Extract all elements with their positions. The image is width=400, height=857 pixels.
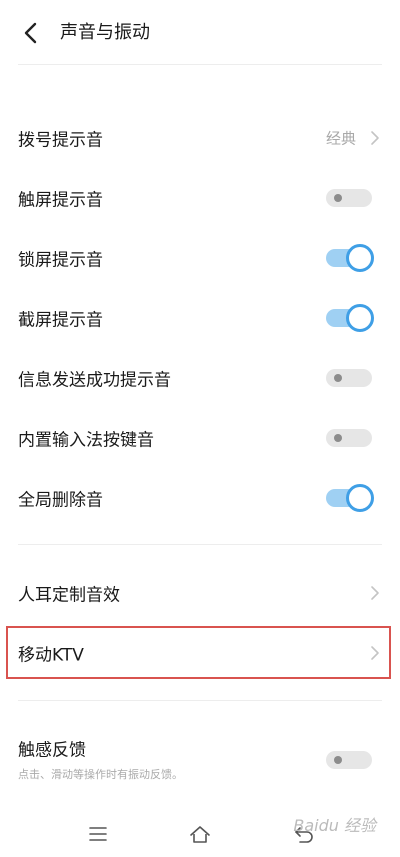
setting-row-haptic-feedback: 触感反馈 点击、滑动等操作时有振动反馈。 xyxy=(0,722,400,786)
setting-row-keyboard-tone: 内置输入法按键音 xyxy=(0,408,400,468)
haptic-feedback-toggle[interactable] xyxy=(326,749,372,771)
toggle-track xyxy=(326,429,372,447)
divider xyxy=(18,544,382,545)
watermark: Baidu 经验 xyxy=(293,816,376,835)
toggle-track xyxy=(326,369,372,387)
setting-row-screenshot-tone: 截屏提示音 xyxy=(0,288,400,348)
setting-label: 信息发送成功提示音 xyxy=(18,370,171,391)
setting-description: 点击、滑动等操作时有振动反馈。 xyxy=(18,768,183,781)
setting-row-dial-tone[interactable]: 拨号提示音 经典 xyxy=(0,108,400,168)
setting-label: 全局删除音 xyxy=(18,490,103,511)
back-arrow-icon[interactable] xyxy=(18,18,44,48)
setting-row-custom-sound-effect[interactable]: 人耳定制音效 xyxy=(0,563,400,623)
keyboard-tone-toggle[interactable] xyxy=(326,427,372,449)
chevron-right-icon xyxy=(371,131,379,145)
top-bar: 声音与振动 xyxy=(0,0,400,64)
toggle-knob xyxy=(346,244,374,272)
setting-row-message-sent-tone: 信息发送成功提示音 xyxy=(0,348,400,408)
toggle-knob xyxy=(334,194,342,202)
touch-tone-toggle[interactable] xyxy=(326,187,372,209)
divider xyxy=(18,700,382,701)
setting-label: 截屏提示音 xyxy=(18,310,103,331)
toggle-track xyxy=(326,751,372,769)
setting-label: 触感反馈 xyxy=(18,740,86,761)
delete-tone-toggle[interactable] xyxy=(326,484,374,512)
home-icon[interactable] xyxy=(188,822,212,846)
toggle-knob xyxy=(346,304,374,332)
setting-row-touch-tone: 触屏提示音 xyxy=(0,168,400,228)
setting-row-lock-tone: 锁屏提示音 xyxy=(0,228,400,288)
menu-icon[interactable] xyxy=(86,822,110,846)
setting-label: 锁屏提示音 xyxy=(18,250,103,271)
setting-value: 经典 xyxy=(325,129,356,148)
page-title: 声音与振动 xyxy=(60,22,150,43)
screenshot-tone-toggle[interactable] xyxy=(326,304,374,332)
toggle-knob xyxy=(346,484,374,512)
toggle-knob xyxy=(334,756,342,764)
setting-label: 内置输入法按键音 xyxy=(18,430,154,451)
divider xyxy=(18,64,382,65)
setting-label: 触屏提示音 xyxy=(18,190,103,211)
toggle-knob xyxy=(334,374,342,382)
setting-label: 拨号提示音 xyxy=(18,130,103,151)
setting-row-delete-tone: 全局删除音 xyxy=(0,468,400,528)
annotation-highlight-box xyxy=(6,626,391,679)
message-sent-tone-toggle[interactable] xyxy=(326,367,372,389)
setting-label: 人耳定制音效 xyxy=(18,585,120,606)
lock-tone-toggle[interactable] xyxy=(326,244,374,272)
toggle-track xyxy=(326,189,372,207)
toggle-knob xyxy=(334,434,342,442)
chevron-right-icon xyxy=(371,586,379,600)
